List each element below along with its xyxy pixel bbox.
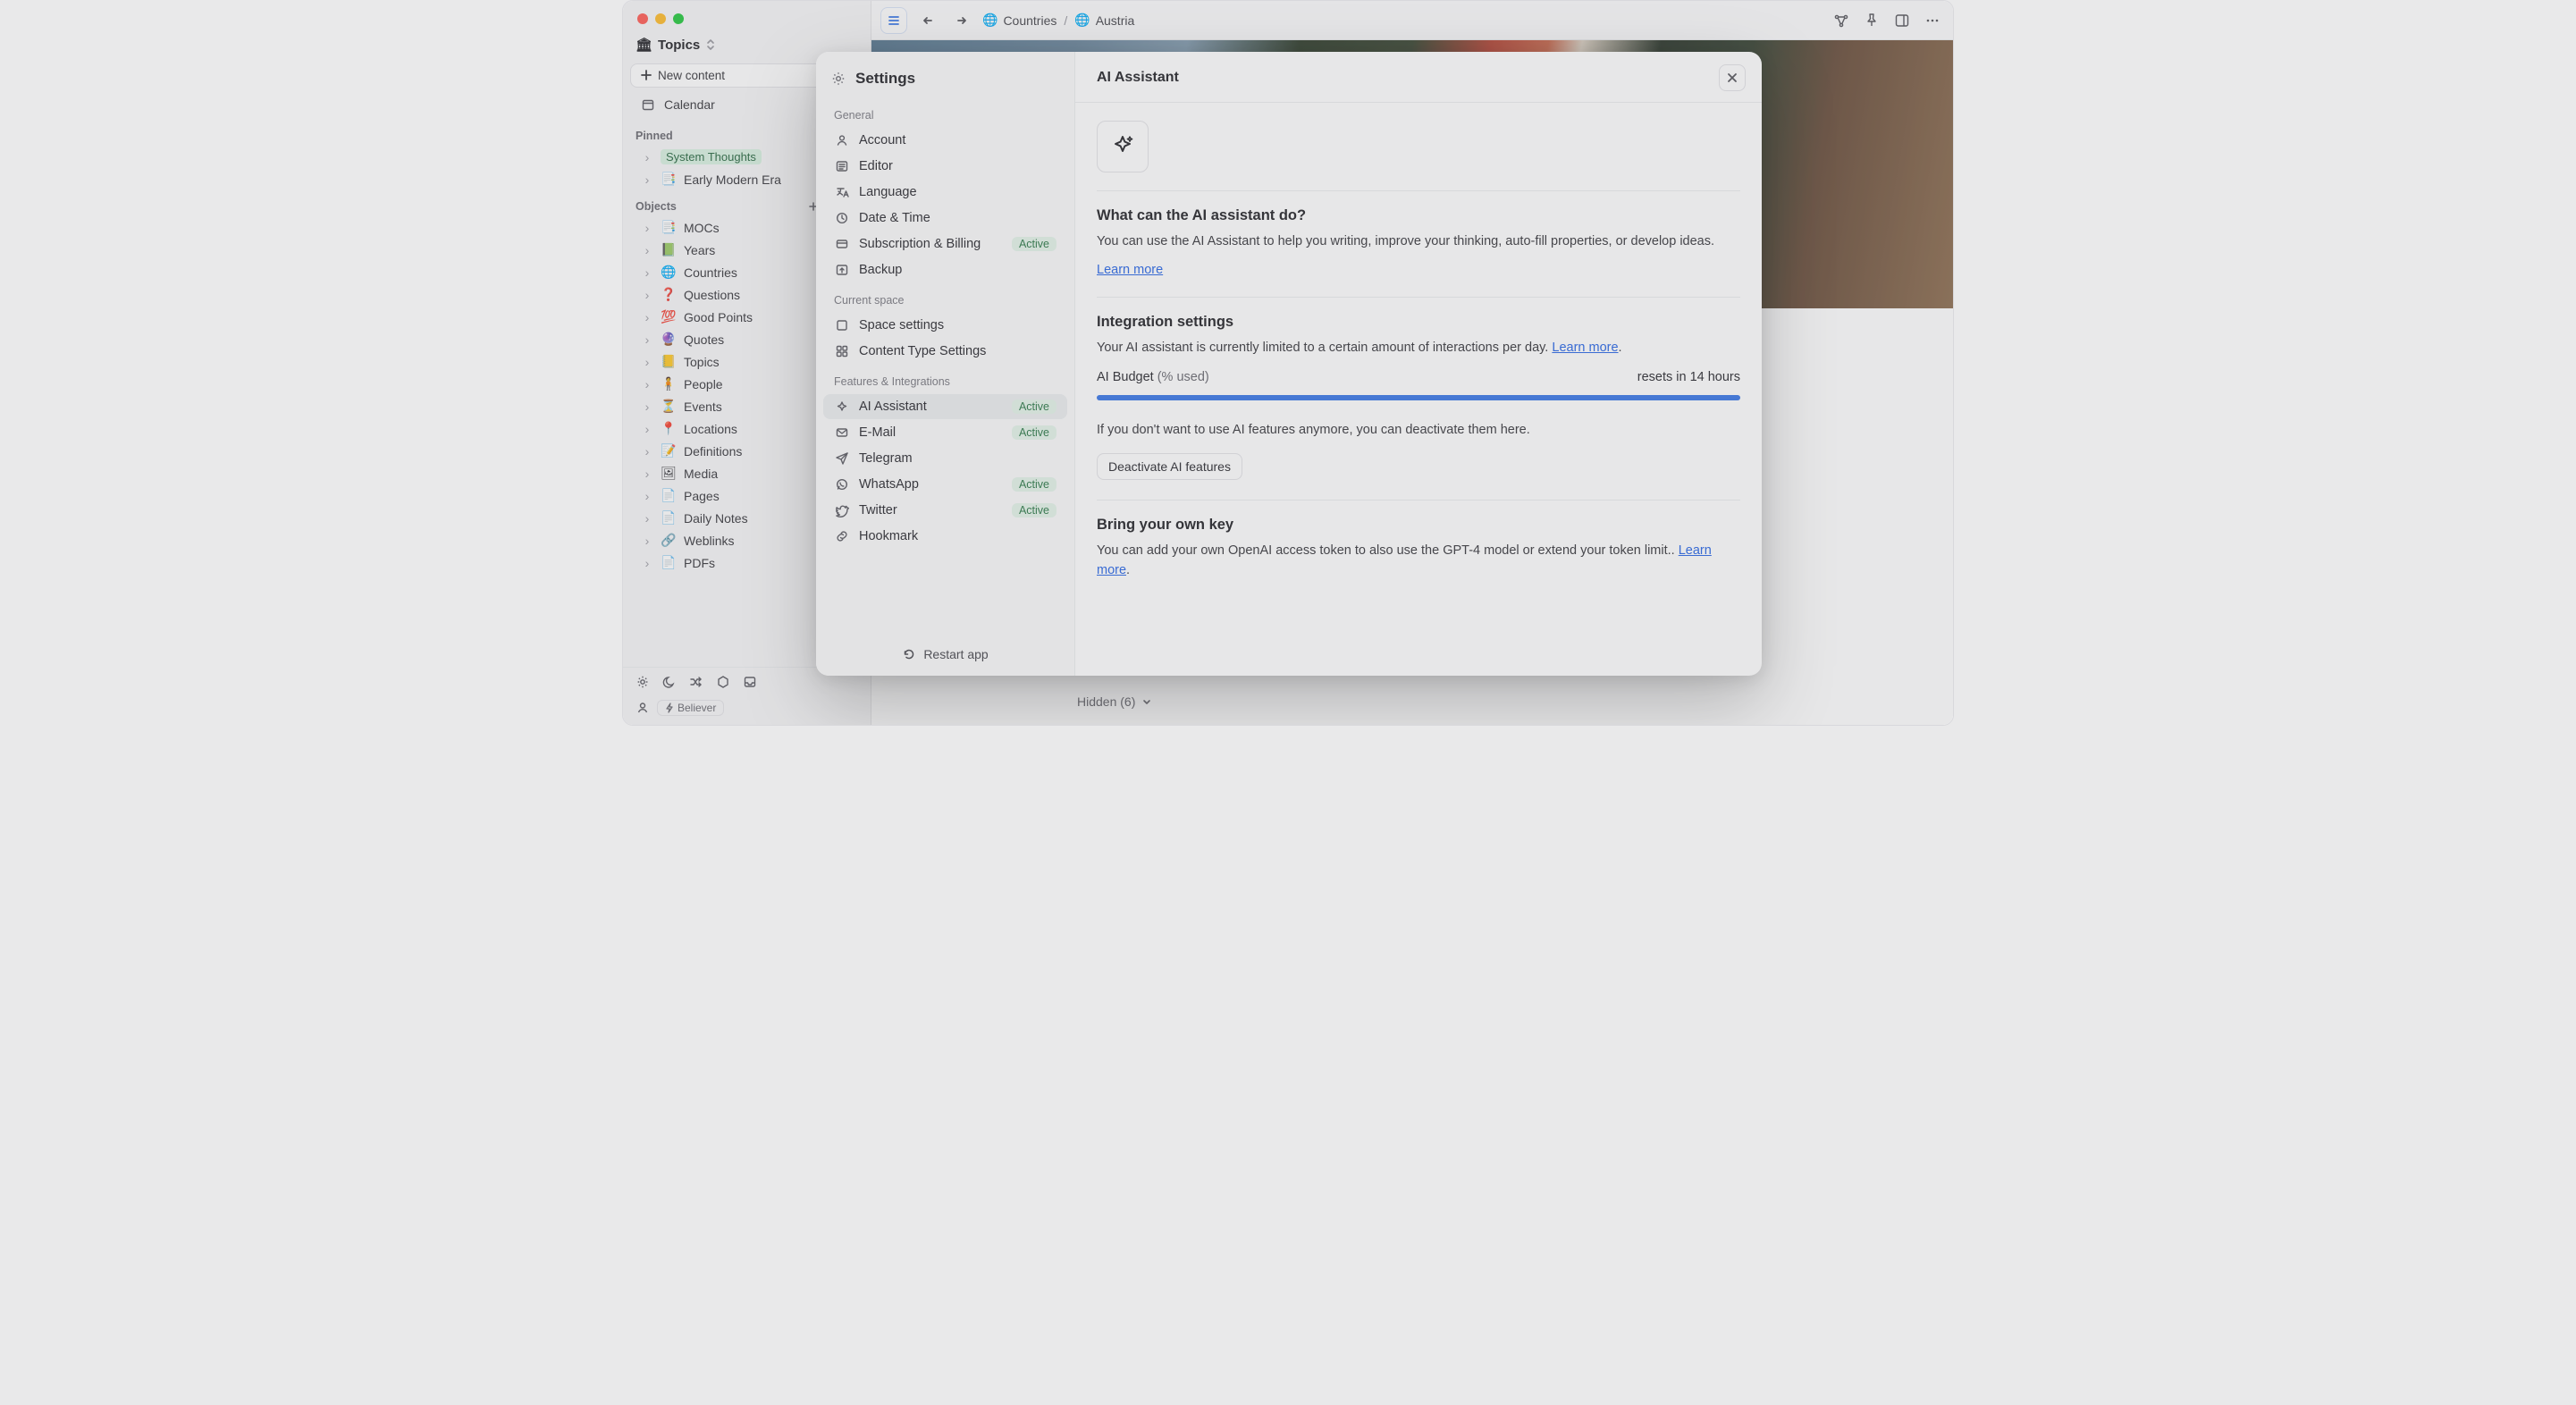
- modal-scrim[interactable]: [623, 1, 1953, 725]
- app-window: 🏛 Topics New content Calendar: [622, 0, 1954, 726]
